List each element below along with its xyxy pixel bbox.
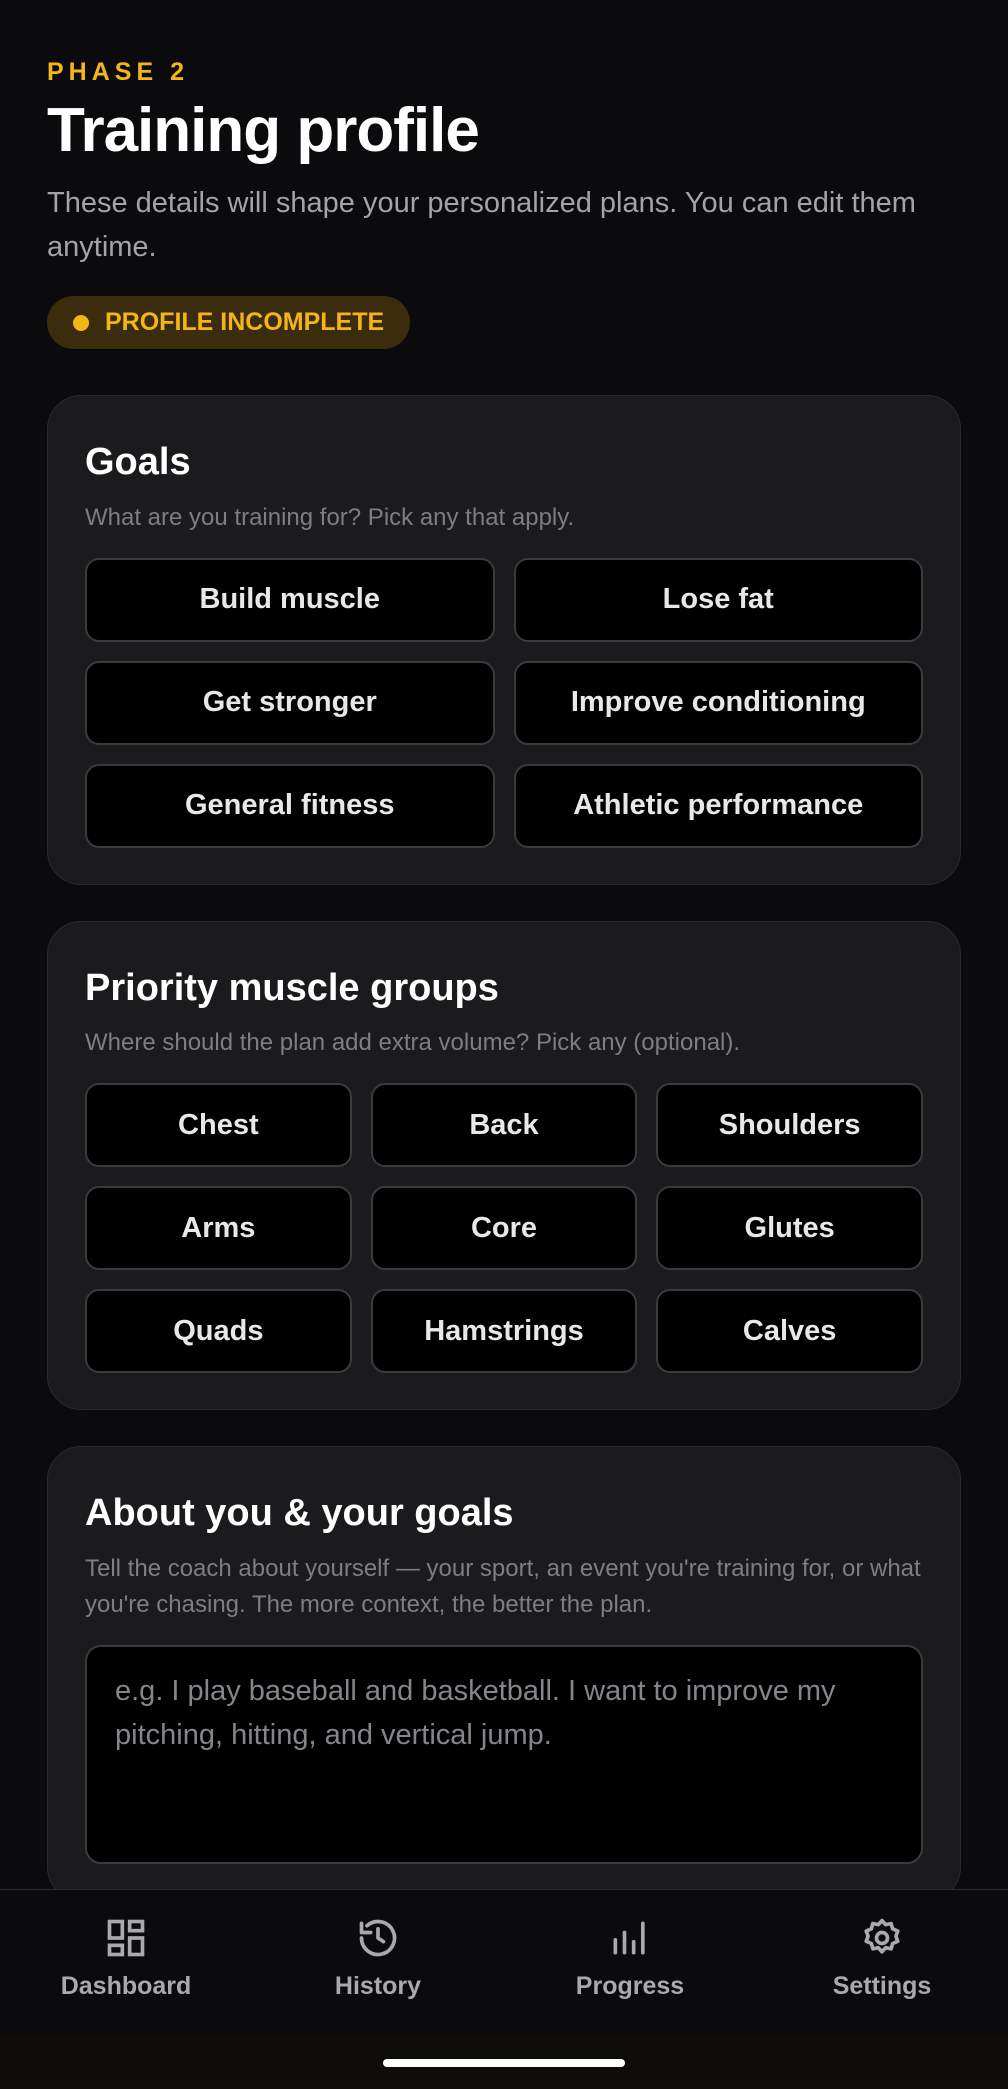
- tab-history-label: History: [334, 1972, 422, 2000]
- bottom-tab-bar: Dashboard History Progress Settings: [0, 1889, 1008, 2035]
- status-dot-icon: [73, 314, 89, 331]
- tab-progress-label: Progress: [575, 1972, 685, 2000]
- muscle-option-arms[interactable]: Arms: [85, 1186, 352, 1271]
- muscle-groups-title: Priority muscle groups: [85, 966, 499, 1009]
- muscle-option-calves[interactable]: Calves: [656, 1289, 923, 1374]
- goal-option-get-stronger[interactable]: Get stronger: [85, 660, 495, 745]
- training-profile-screen: PHASE 2 Training profile These details w…: [0, 0, 1008, 2089]
- tab-history[interactable]: History: [252, 1890, 504, 2035]
- about-title: About you & your goals: [85, 1492, 514, 1535]
- tab-dashboard-label: Dashboard: [60, 1972, 192, 2000]
- goal-option-improve-conditioning[interactable]: Improve conditioning: [513, 660, 923, 745]
- tab-settings[interactable]: Settings: [756, 1890, 1008, 2035]
- muscle-groups-card: Priority muscle groups Where should the …: [47, 920, 961, 1411]
- page-subtitle: These details will shape your personaliz…: [47, 187, 916, 264]
- about-description: Tell the coach about yourself — your spo…: [85, 1554, 921, 1618]
- goal-option-general-fitness[interactable]: General fitness: [85, 763, 495, 848]
- about-card: About you & your goals Tell the coach ab…: [47, 1446, 961, 1889]
- goal-option-build-muscle[interactable]: Build muscle: [85, 557, 495, 642]
- muscle-option-hamstrings[interactable]: Hamstrings: [370, 1289, 638, 1374]
- muscle-groups-options: Chest Back Shoulders Arms Core Glutes Qu…: [85, 1083, 923, 1374]
- goals-card: Goals What are you training for? Pick an…: [47, 395, 961, 885]
- home-indicator[interactable]: [383, 2059, 625, 2067]
- muscle-option-glutes[interactable]: Glutes: [656, 1186, 923, 1271]
- settings-icon: [864, 1918, 900, 1954]
- goal-option-athletic-performance[interactable]: Athletic performance: [513, 763, 923, 848]
- phase-eyebrow: PHASE 2: [47, 58, 189, 86]
- muscle-groups-description: Where should the plan add extra volume? …: [85, 1029, 741, 1057]
- muscle-option-chest[interactable]: Chest: [85, 1083, 352, 1168]
- scroll-content[interactable]: PHASE 2 Training profile These details w…: [0, 0, 1008, 1889]
- goal-option-lose-fat[interactable]: Lose fat: [513, 557, 923, 642]
- tab-dashboard[interactable]: Dashboard: [0, 1890, 252, 2035]
- muscle-option-back[interactable]: Back: [370, 1083, 638, 1168]
- dashboard-icon: [107, 1919, 145, 1957]
- profile-status-badge: PROFILE INCOMPLETE: [47, 296, 411, 350]
- system-gesture-area: [0, 2035, 1008, 2089]
- page-title: Training profile: [47, 96, 480, 165]
- muscle-option-shoulders[interactable]: Shoulders: [656, 1083, 923, 1168]
- progress-icon: [613, 1921, 645, 1955]
- muscle-option-core[interactable]: Core: [370, 1186, 638, 1271]
- goals-title: Goals: [85, 441, 191, 484]
- goals-options: Build muscle Lose fat Get stronger Impro…: [85, 557, 923, 848]
- goals-description: What are you training for? Pick any that…: [85, 503, 575, 531]
- tab-progress[interactable]: Progress: [504, 1890, 756, 2035]
- status-badge-label: PROFILE INCOMPLETE: [105, 308, 385, 337]
- tab-settings-label: Settings: [832, 1972, 932, 2000]
- muscle-option-quads[interactable]: Quads: [85, 1289, 352, 1374]
- history-icon: [359, 1919, 397, 1957]
- about-goals-textarea[interactable]: [85, 1644, 923, 1864]
